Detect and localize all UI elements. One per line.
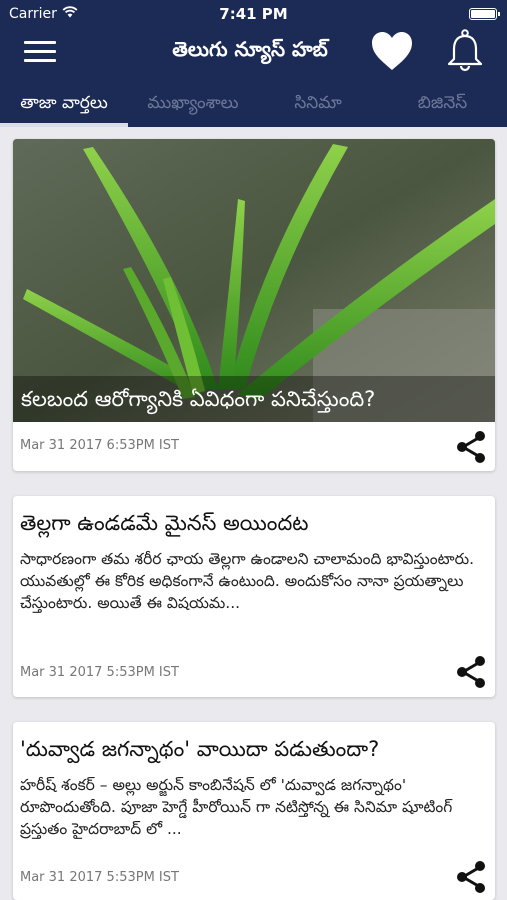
article-timestamp: Mar 31 2017 5:53PM IST bbox=[20, 665, 179, 680]
share-button[interactable] bbox=[454, 429, 488, 465]
share-icon bbox=[457, 861, 485, 893]
share-button[interactable] bbox=[454, 654, 488, 690]
article-timestamp: Mar 31 2017 6:53PM IST bbox=[20, 438, 179, 453]
active-tab-indicator bbox=[0, 123, 128, 127]
article-title: కలబంద ఆరోగ్యానికి ఏవిధంగా పనిచేస్తుంది? bbox=[13, 376, 495, 422]
heart-icon bbox=[372, 32, 412, 70]
article-title: 'దువ్వాడ జగన్నాథం' వాయిదా పడుతుందా? bbox=[20, 737, 380, 761]
tab-cinema[interactable]: సినిమా bbox=[258, 78, 378, 127]
news-card[interactable]: కలబంద ఆరోగ్యానికి ఏవిధంగా పనిచేస్తుంది? … bbox=[13, 139, 495, 471]
tab-latest[interactable]: తాజా వార్తలు bbox=[0, 78, 128, 127]
status-bar: Carrier 7:41 PM bbox=[0, 0, 507, 28]
article-timestamp: Mar 31 2017 5:53PM IST bbox=[20, 870, 179, 885]
article-summary: హరీష్ శంకర్ – అల్లు అర్జున్ కాంబినేషన్ ల… bbox=[20, 776, 453, 838]
top-bar: Carrier 7:41 PM తెలుగు న్యూస్ హబ్ తాజా వ… bbox=[0, 0, 507, 127]
share-icon bbox=[457, 656, 485, 688]
notifications-button[interactable] bbox=[444, 28, 486, 74]
app-bar: తెలుగు న్యూస్ హబ్ bbox=[0, 28, 507, 76]
news-card[interactable]: తెల్లగా ఉండడమే మైనస్ అయిందట సాధారణంగా తమ… bbox=[13, 496, 495, 697]
news-card[interactable]: 'దువ్వాడ జగన్నాథం' వాయిదా పడుతుందా? హరీష… bbox=[13, 722, 495, 900]
status-time: 7:41 PM bbox=[219, 5, 288, 23]
article-image: కలబంద ఆరోగ్యానికి ఏవిధంగా పనిచేస్తుంది? bbox=[13, 139, 495, 422]
bell-icon bbox=[447, 29, 483, 72]
favorites-button[interactable] bbox=[370, 30, 414, 72]
share-icon bbox=[457, 431, 485, 463]
article-summary: సాధారణంగా తమ శరీర ఛాయ తెల్లగా ఉండాలని చా… bbox=[20, 550, 475, 612]
category-tabs: తాజా వార్తలు ముఖ్యాంశాలు సినిమా బిజినెస్ bbox=[0, 78, 507, 127]
menu-button[interactable] bbox=[24, 39, 56, 65]
tab-business[interactable]: బిజినెస్ bbox=[378, 78, 507, 127]
app-title: తెలుగు న్యూస్ హబ్ bbox=[172, 37, 328, 61]
battery-icon bbox=[469, 8, 500, 20]
article-title: తెల్లగా ఉండడమే మైనస్ అయిందట bbox=[20, 511, 309, 535]
tab-headlines[interactable]: ముఖ్యాంశాలు bbox=[128, 78, 258, 127]
share-button[interactable] bbox=[454, 859, 488, 895]
